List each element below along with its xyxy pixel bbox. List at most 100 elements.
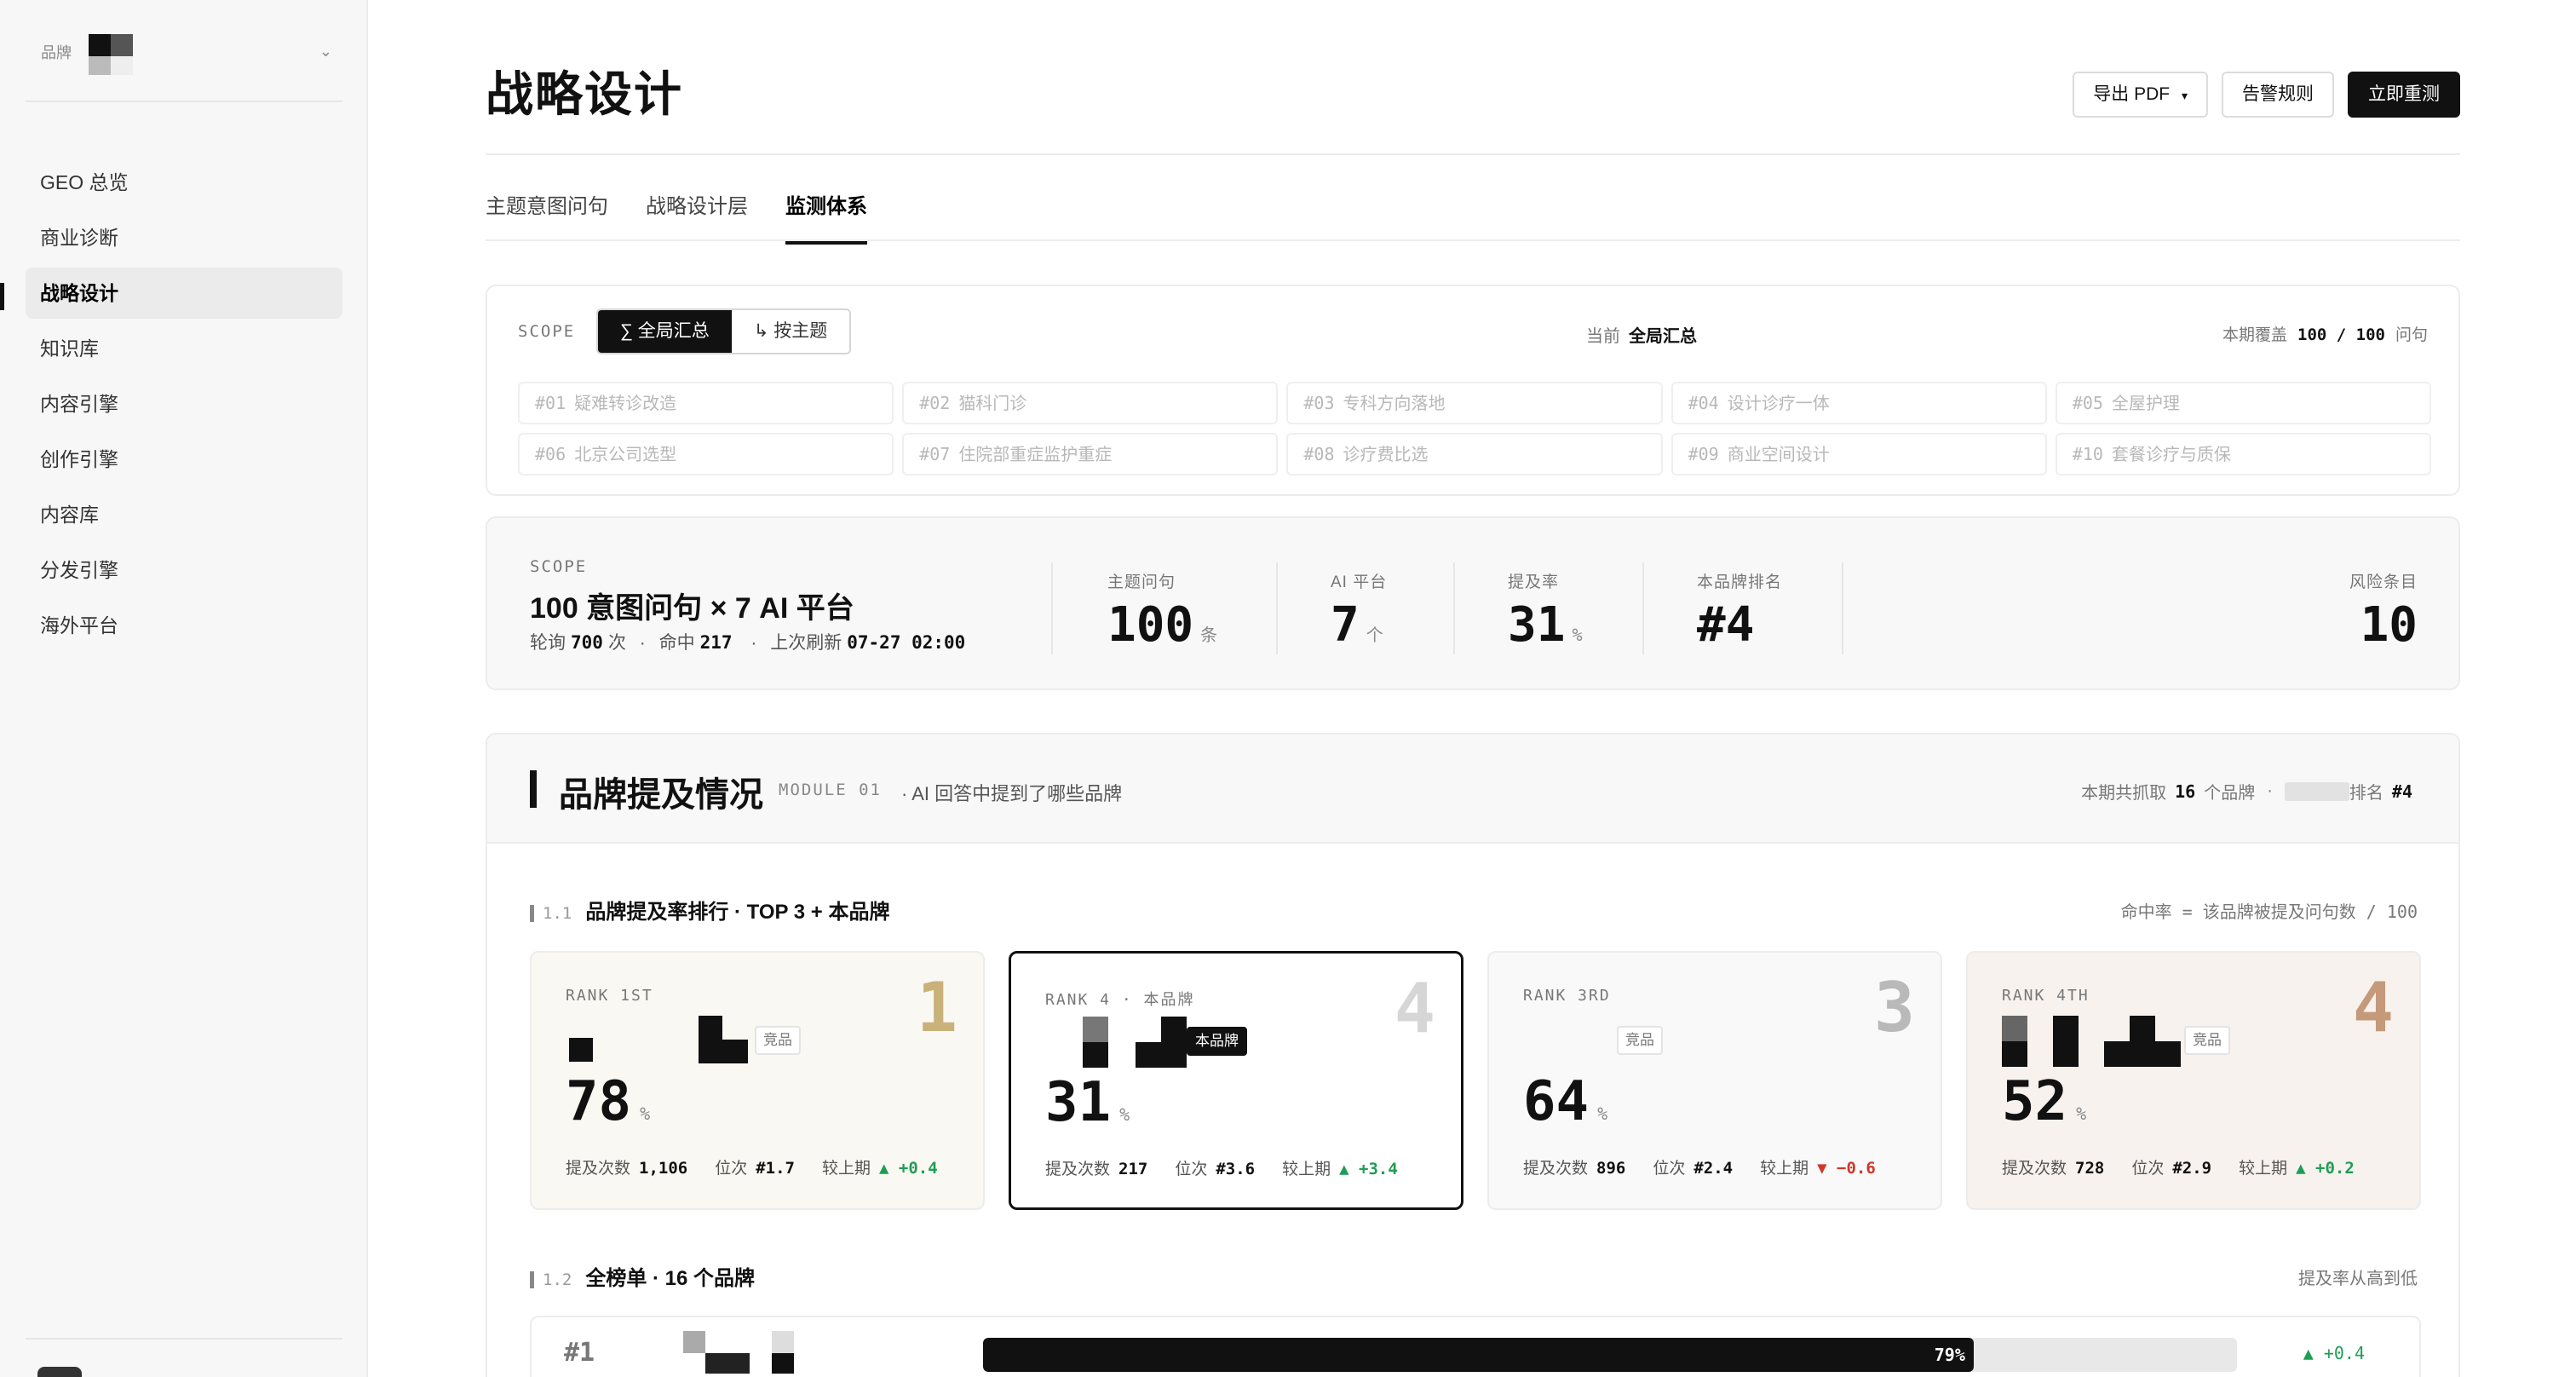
- rank-tag: RANK 1ST: [566, 987, 653, 1005]
- meta-rank-label: 排名: [2349, 784, 2383, 803]
- export-pdf-label: 导出 PDF: [2093, 84, 2171, 104]
- topic-number: #06: [535, 444, 566, 464]
- row-delta: ▲ +0.4: [2303, 1343, 2365, 1363]
- topic-chip[interactable]: #06 北京公司选型: [518, 433, 894, 475]
- rank-tag: RANK 4 · 本品牌: [1045, 991, 1195, 1009]
- summary-scope-label: SCOPE: [530, 557, 588, 576]
- rank-card-footer: 提及次数 1,106 位次 #1.7 较上期 ▲ +0.4: [566, 1159, 938, 1178]
- section-bar: [530, 1270, 534, 1288]
- mention-rate-bar: 79%: [983, 1338, 2237, 1372]
- module-brand-mentions: 品牌提及情况 MODULE 01 · AI 回答中提到了哪些品牌 本期共抓取 16…: [486, 733, 2460, 1377]
- tab-monitoring-system[interactable]: 监测体系: [785, 189, 867, 245]
- section-note: 命中率 = 该品牌被提及问句数 / 100: [2120, 902, 2418, 922]
- header-actions: 导出 PDF ▾ 告警规则 立即重测: [2073, 72, 2460, 118]
- rank-number: 3: [1873, 968, 1915, 1047]
- topic-chip[interactable]: #01 疑难转诊改造: [518, 382, 894, 424]
- rank-card[interactable]: RANK 4TH 4 竞品 52% 提及次数 728 位次 #2.9 较上期 ▲ +0…: [1966, 951, 2421, 1210]
- rank-card-footer: 提及次数 896 位次 #2.4 较上期 ▼ −0.6: [1523, 1159, 1876, 1178]
- competitor-badge: 竞品: [755, 1026, 801, 1055]
- sidebar-item-distribution-engine[interactable]: 分发引擎: [26, 544, 342, 596]
- module-description: · AI 回答中提到了哪些品牌: [901, 783, 1123, 804]
- rank-card[interactable]: RANK 1ST 1 竞品 78% 提及次数 1,106 位次 #1.7 较上期 ▲ …: [530, 951, 985, 1210]
- sidebar: 品牌 ⌄ GEO 总览 商业诊断 战略设计 知识库 内容引擎 创作引擎 内容库 …: [0, 0, 368, 1377]
- stat-label: 主题问句: [1107, 573, 1176, 591]
- topic-number: #03: [1303, 393, 1335, 413]
- topic-number: #09: [1688, 444, 1719, 464]
- sidebar-item-strategy-design[interactable]: 战略设计: [26, 268, 342, 319]
- topic-name: 猫科门诊: [958, 395, 1027, 413]
- section-title: 全榜单 · 16 个品牌: [585, 1267, 756, 1290]
- separator: ·: [750, 633, 757, 653]
- remeasure-button[interactable]: 立即重测: [2348, 72, 2460, 118]
- divider: [1051, 562, 1053, 654]
- scope-by-topic-button[interactable]: ↳ 按主题: [731, 310, 850, 353]
- sidebar-nav: GEO 总览 商业诊断 战略设计 知识库 内容引擎 创作引擎 内容库 分发引擎 …: [26, 157, 342, 655]
- tab-strategy-design-layer[interactable]: 战略设计层: [646, 189, 748, 245]
- section-title: 品牌提及率排行 · TOP 3 + 本品牌: [585, 901, 890, 924]
- topic-chip[interactable]: #04 设计诊疗一体: [1670, 382, 2047, 424]
- section-note: 提及率从高到低: [2298, 1270, 2418, 1288]
- stat-value: 31%: [1508, 597, 1583, 653]
- table-row[interactable]: #1 79% ▲ +0.4: [530, 1316, 2421, 1377]
- coverage: 本期覆盖 100 / 100 问句: [2222, 322, 2428, 345]
- topic-chip[interactable]: #08 诊疗费比选: [1286, 433, 1663, 475]
- scope-card: SCOPE ∑ 全局汇总 ↳ 按主题 当前 全局汇总 本期覆盖 100 / 100 问…: [486, 285, 2460, 496]
- topic-name: 疑难转诊改造: [574, 395, 677, 413]
- divider: [26, 101, 342, 102]
- topic-number: #04: [1688, 393, 1719, 413]
- divider: [1842, 562, 1843, 654]
- sidebar-item-overseas-platforms[interactable]: 海外平台: [26, 600, 342, 651]
- avatar[interactable]: [37, 1367, 82, 1377]
- rank-card-footer: 提及次数 728 位次 #2.9 较上期 ▲ +0.2: [2002, 1159, 2355, 1178]
- sidebar-item-geo-overview[interactable]: GEO 总览: [26, 157, 342, 208]
- sidebar-item-business-diagnosis[interactable]: 商业诊断: [26, 212, 342, 263]
- scope-label: SCOPE: [518, 322, 576, 341]
- rank-number: 4: [2352, 968, 2394, 1047]
- brand-logo-redacted: [1045, 1017, 1284, 1068]
- poll-label: 轮询: [530, 633, 566, 653]
- meta-unit: 个品牌: [2204, 784, 2256, 803]
- meta-rank-value: #4: [2391, 781, 2412, 802]
- brand-switcher[interactable]: 品牌 ⌄: [26, 22, 342, 78]
- section-heading-full-list: 1.2 全榜单 · 16 个品牌: [530, 1261, 755, 1291]
- sidebar-item-creation-engine[interactable]: 创作引擎: [26, 434, 342, 485]
- topic-chip[interactable]: #02 猫科门诊: [902, 382, 1279, 424]
- summary-title: 100 意图问句 × 7 AI 平台: [530, 592, 854, 625]
- hit-label: 命中: [658, 633, 695, 653]
- section-number: 1.1: [543, 903, 572, 923]
- rank-card-own-brand[interactable]: RANK 4 · 本品牌 4 本品牌 31% 提及次数 217 位次 #3.6 较上…: [1009, 951, 1463, 1210]
- alert-rules-button[interactable]: 告警规则: [2222, 72, 2334, 118]
- stat-topic-questions: 主题问句 100 条: [1107, 569, 1217, 653]
- module-title: 品牌提及情况: [559, 776, 763, 814]
- topic-chip[interactable]: #09 商业空间设计: [1670, 433, 2047, 475]
- topic-number: #05: [2072, 393, 2103, 413]
- topic-name: 诊疗费比选: [1343, 446, 1429, 464]
- tab-topic-intent-questions[interactable]: 主题意图问句: [486, 189, 608, 245]
- brand-logo: [85, 29, 133, 77]
- sidebar-item-knowledge-base[interactable]: 知识库: [26, 323, 342, 374]
- rank-tag: RANK 4TH: [2002, 987, 2090, 1005]
- module-code: MODULE 01: [779, 781, 882, 799]
- section-heading-ranking: 1.1 品牌提及率排行 · TOP 3 + 本品牌: [530, 895, 890, 925]
- topic-name: 套餐诊疗与质保: [2111, 446, 2231, 464]
- stat-value: #4: [1697, 597, 1755, 653]
- topic-grid: #01 疑难转诊改造 #02 猫科门诊 #03 专科方向落地 #04 设计诊疗一体 #0…: [518, 382, 2431, 475]
- rank-card[interactable]: RANK 3RD 3 竞品 64% 提及次数 896 位次 #2.4 较上期 ▼ −0…: [1487, 951, 1942, 1210]
- divider: [1642, 562, 1644, 654]
- topic-chip[interactable]: #03 专科方向落地: [1286, 382, 1663, 424]
- topic-chip[interactable]: #07 住院部重症监护重症: [902, 433, 1279, 475]
- chevron-down-icon[interactable]: ⌄: [319, 43, 332, 60]
- separator: ·: [639, 633, 646, 653]
- brand-logo-redacted: [683, 1331, 794, 1374]
- topic-chip[interactable]: #05 全屋护理: [2055, 382, 2431, 424]
- stat-label: AI 平台: [1331, 573, 1388, 591]
- summary-card: SCOPE 100 意图问句 × 7 AI 平台 轮询 700 次 · 命中 217 …: [486, 516, 2460, 690]
- page-title: 战略设计: [486, 67, 683, 121]
- topic-name: 设计诊疗一体: [1727, 395, 1830, 413]
- export-pdf-button[interactable]: 导出 PDF ▾: [2073, 72, 2208, 118]
- sidebar-item-content-engine[interactable]: 内容引擎: [26, 378, 342, 429]
- meta-count: 16: [2175, 781, 2196, 802]
- sidebar-item-content-library[interactable]: 内容库: [26, 489, 342, 540]
- scope-all-button[interactable]: ∑ 全局汇总: [598, 310, 732, 353]
- topic-chip[interactable]: #10 套餐诊疗与质保: [2055, 433, 2431, 475]
